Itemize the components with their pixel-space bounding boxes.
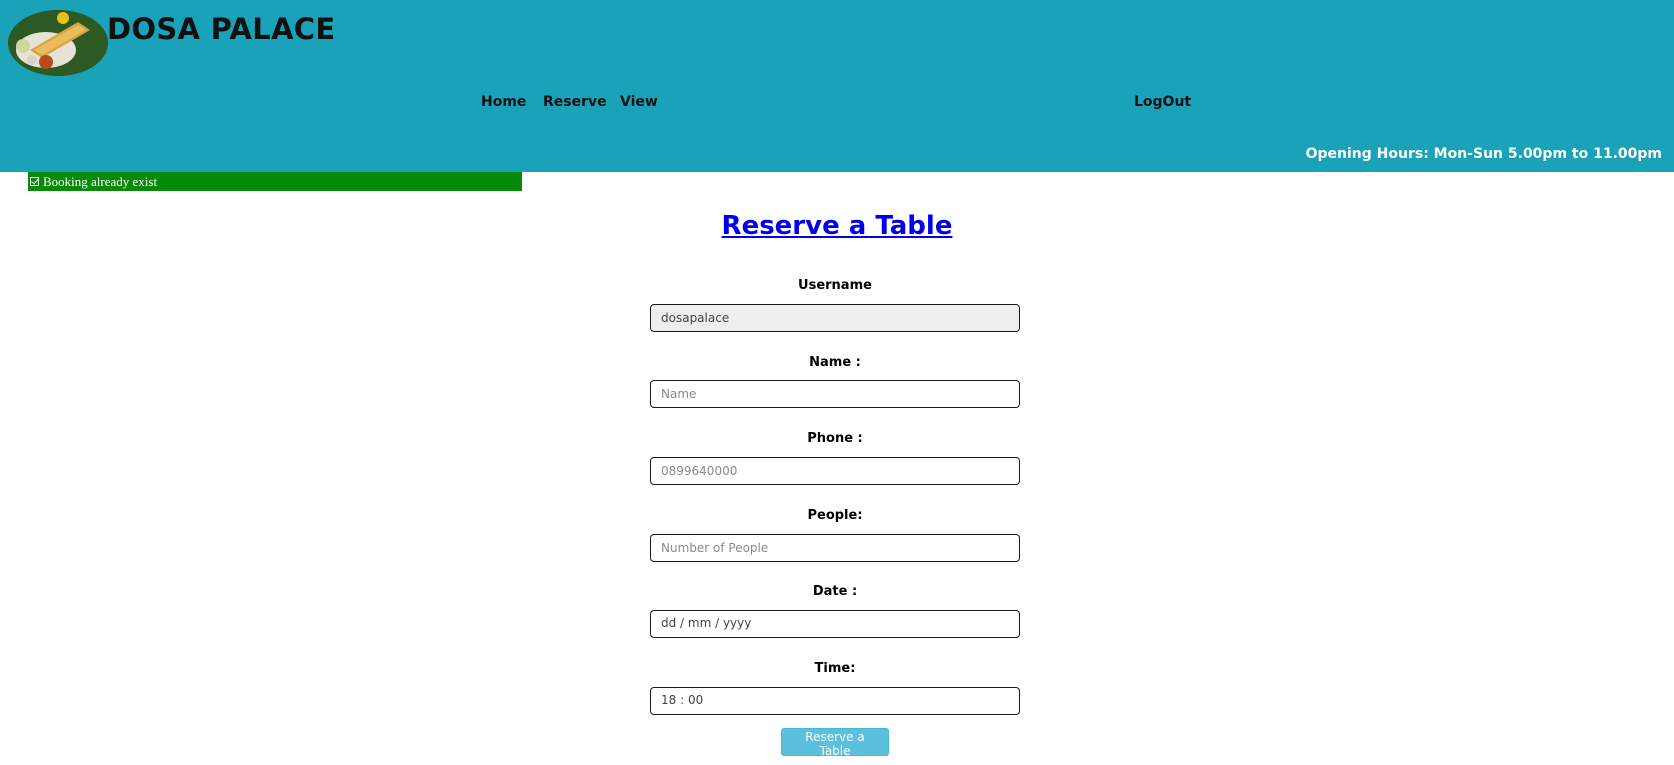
time-field[interactable]: 18 : 00 bbox=[650, 687, 1020, 715]
people-label: People: bbox=[807, 508, 863, 523]
opening-hours: Opening Hours: Mon-Sun 5.00pm to 11.00pm bbox=[1305, 146, 1662, 162]
nav-view[interactable]: View bbox=[620, 94, 658, 110]
nav-home[interactable]: Home bbox=[481, 94, 526, 110]
brand-title: DOSA PALACE bbox=[107, 12, 336, 46]
reserve-table-button[interactable]: Reserve a Table bbox=[781, 728, 889, 758]
page-title: Reserve a Table bbox=[0, 211, 1674, 241]
people-field[interactable] bbox=[650, 534, 1020, 562]
booking-alert: Booking already exist bbox=[28, 172, 522, 191]
name-field[interactable] bbox=[650, 380, 1020, 408]
check-square-icon bbox=[30, 177, 39, 186]
alert-message: Booking already exist bbox=[43, 174, 158, 189]
nav-reserve[interactable]: Reserve bbox=[543, 94, 607, 110]
date-label: Date : bbox=[812, 584, 858, 599]
username-label: Username bbox=[798, 278, 872, 293]
time-label: Time: bbox=[814, 661, 856, 676]
date-field[interactable]: dd / mm / yyyy bbox=[650, 610, 1020, 638]
phone-field[interactable] bbox=[650, 457, 1020, 485]
reserve-title-link[interactable]: Reserve a Table bbox=[722, 211, 953, 241]
site-header: DOSA PALACE Home Reserve View LogOut Ope… bbox=[0, 0, 1674, 172]
nav-logout[interactable]: LogOut bbox=[1134, 94, 1191, 110]
username-field[interactable] bbox=[650, 304, 1020, 332]
dosa-plate-logo bbox=[8, 10, 108, 76]
name-label: Name : bbox=[809, 355, 861, 370]
phone-label: Phone : bbox=[807, 431, 863, 446]
